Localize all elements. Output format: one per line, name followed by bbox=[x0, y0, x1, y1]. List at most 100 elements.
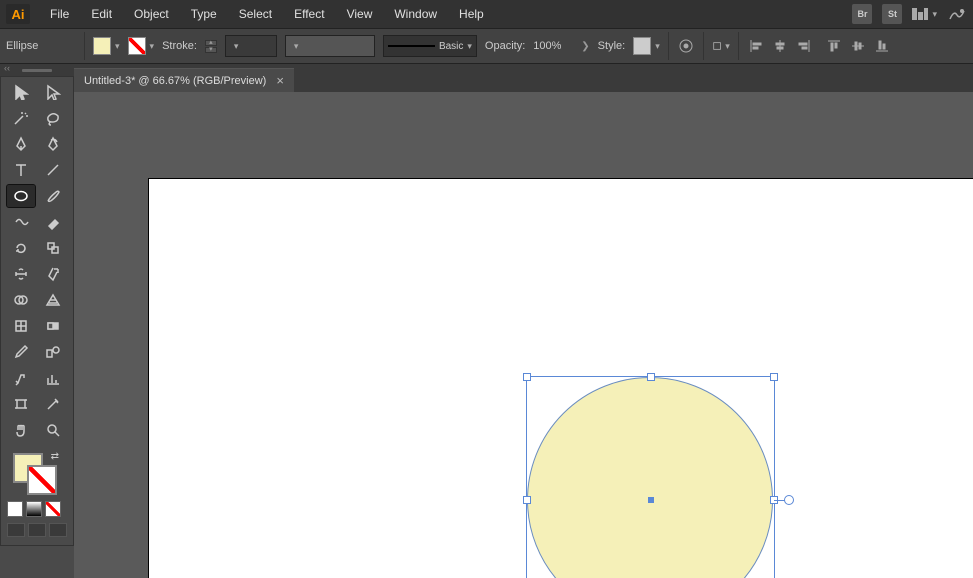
selection-tool[interactable] bbox=[7, 81, 35, 103]
menubar: AiFileEditObjectTypeSelectEffectViewWind… bbox=[0, 0, 973, 28]
document-tabs: Untitled-3* @ 66.67% (RGB/Preview) × bbox=[74, 64, 973, 92]
magic-wand-tool[interactable] bbox=[7, 107, 35, 129]
color-fill-button[interactable] bbox=[7, 501, 23, 517]
resize-handle-tr[interactable] bbox=[770, 373, 778, 381]
arrange-documents-button[interactable]: ▾ bbox=[912, 8, 937, 20]
menu-file[interactable]: File bbox=[40, 3, 79, 25]
hand-tool[interactable] bbox=[7, 419, 35, 441]
variable-width-profile-dropdown[interactable]: ▾ bbox=[285, 35, 375, 57]
document-tab[interactable]: Untitled-3* @ 66.67% (RGB/Preview) × bbox=[74, 68, 294, 92]
stroke-weight-spinner[interactable]: ▴▾ bbox=[205, 40, 217, 53]
slice-tool[interactable] bbox=[39, 393, 67, 415]
draw-mode-row bbox=[7, 523, 67, 537]
brush-definition-dropdown[interactable]: Basic▾ bbox=[383, 35, 477, 57]
divider bbox=[668, 32, 669, 60]
draw-normal-button[interactable] bbox=[7, 523, 25, 537]
chevron-down-icon: ▾ bbox=[294, 41, 299, 52]
shape-builder-tool[interactable] bbox=[7, 289, 35, 311]
resize-handle-ml[interactable] bbox=[523, 496, 531, 504]
paintbrush-tool[interactable] bbox=[39, 185, 67, 207]
align-to-dropdown[interactable]: ▾ bbox=[712, 37, 730, 55]
fill-stroke-swatch[interactable]: ⇄ bbox=[7, 451, 67, 495]
blend-tool[interactable] bbox=[39, 341, 67, 363]
menu-effect[interactable]: Effect bbox=[284, 3, 334, 25]
tools-collapse-handle[interactable] bbox=[0, 64, 74, 76]
brush-name: Basic bbox=[439, 41, 463, 52]
eraser-tool[interactable] bbox=[39, 211, 67, 233]
menu-window[interactable]: Window bbox=[384, 3, 447, 25]
tools-panel: ⇄ bbox=[0, 76, 74, 546]
chevron-down-icon: ▾ bbox=[655, 41, 660, 52]
canvas-area[interactable] bbox=[74, 92, 973, 578]
lasso-tool[interactable] bbox=[39, 107, 67, 129]
divider bbox=[84, 32, 85, 60]
artboard[interactable] bbox=[148, 178, 973, 578]
align-center-h-button[interactable] bbox=[771, 37, 789, 55]
curvature-tool[interactable] bbox=[39, 133, 67, 155]
graphic-style-dropdown[interactable]: ▾ bbox=[633, 37, 660, 55]
type-tool[interactable] bbox=[7, 159, 35, 181]
fill-swatch-icon bbox=[93, 37, 111, 55]
stock-icon[interactable]: St bbox=[882, 4, 902, 24]
pie-widget-handle[interactable] bbox=[784, 495, 794, 505]
stroke-color-icon[interactable] bbox=[27, 465, 57, 495]
stroke-swatch-dropdown[interactable]: ▾ bbox=[128, 37, 155, 55]
fill-swatch-dropdown[interactable]: ▾ bbox=[93, 37, 120, 55]
chevron-down-icon: ▾ bbox=[150, 41, 155, 52]
close-icon[interactable]: × bbox=[276, 74, 284, 87]
selection-bounding-box[interactable] bbox=[526, 376, 775, 578]
mesh-tool[interactable] bbox=[7, 315, 35, 337]
opacity-value[interactable]: 100% bbox=[533, 40, 573, 52]
free-transform-tool[interactable] bbox=[39, 263, 67, 285]
menu-object[interactable]: Object bbox=[124, 3, 179, 25]
eyedropper-tool[interactable] bbox=[7, 341, 35, 363]
opacity-label: Opacity: bbox=[485, 40, 525, 52]
column-graph-tool[interactable] bbox=[39, 367, 67, 389]
gradient-fill-button[interactable] bbox=[26, 501, 42, 517]
gradient-tool[interactable] bbox=[39, 315, 67, 337]
line-tool[interactable] bbox=[39, 159, 67, 181]
selection-center-point[interactable] bbox=[648, 497, 654, 503]
resize-handle-tl[interactable] bbox=[523, 373, 531, 381]
pen-tool[interactable] bbox=[7, 133, 35, 155]
menu-select[interactable]: Select bbox=[229, 3, 282, 25]
artboard-tool[interactable] bbox=[7, 393, 35, 415]
direct-selection-tool[interactable] bbox=[39, 81, 67, 103]
chevron-down-icon: ▾ bbox=[725, 41, 730, 52]
resize-handle-tm[interactable] bbox=[647, 373, 655, 381]
style-label: Style: bbox=[598, 40, 626, 52]
stroke-label: Stroke: bbox=[162, 40, 197, 52]
stroke-weight-dropdown[interactable]: ▾ bbox=[225, 35, 277, 57]
align-right-button[interactable] bbox=[795, 37, 813, 55]
align-top-button[interactable] bbox=[825, 37, 843, 55]
menu-type[interactable]: Type bbox=[181, 3, 227, 25]
draw-inside-button[interactable] bbox=[49, 523, 67, 537]
rotate-tool[interactable] bbox=[7, 237, 35, 259]
align-center-v-button[interactable] bbox=[849, 37, 867, 55]
align-left-button[interactable] bbox=[747, 37, 765, 55]
scale-tool[interactable] bbox=[39, 237, 67, 259]
gpu-performance-icon[interactable] bbox=[947, 4, 967, 24]
none-fill-button[interactable] bbox=[45, 501, 61, 517]
width-tool[interactable] bbox=[7, 263, 35, 285]
style-swatch-icon bbox=[633, 37, 651, 55]
divider bbox=[703, 32, 704, 60]
draw-behind-button[interactable] bbox=[28, 523, 46, 537]
zoom-tool[interactable] bbox=[39, 419, 67, 441]
ellipse-tool[interactable] bbox=[7, 185, 35, 207]
chevron-down-icon: ▾ bbox=[234, 41, 239, 52]
symbol-sprayer-tool[interactable] bbox=[7, 367, 35, 389]
control-bar: Ellipse ▾ ▾ Stroke: ▴▾ ▾ ▾ Basic▾ Opacit… bbox=[0, 28, 973, 64]
swap-fill-stroke-icon[interactable]: ⇄ bbox=[51, 451, 59, 462]
menu-view[interactable]: View bbox=[337, 3, 383, 25]
menu-edit[interactable]: Edit bbox=[81, 3, 122, 25]
align-bottom-button[interactable] bbox=[873, 37, 891, 55]
chevron-down-icon: ▾ bbox=[932, 9, 937, 20]
shaper-tool[interactable] bbox=[7, 211, 35, 233]
recolor-artwork-button[interactable] bbox=[677, 37, 695, 55]
bridge-icon[interactable]: Br bbox=[852, 4, 872, 24]
opacity-expand-icon[interactable]: ❯ bbox=[581, 41, 589, 52]
stroke-swatch-icon bbox=[128, 37, 146, 55]
menu-help[interactable]: Help bbox=[449, 3, 494, 25]
perspective-grid-tool[interactable] bbox=[39, 289, 67, 311]
